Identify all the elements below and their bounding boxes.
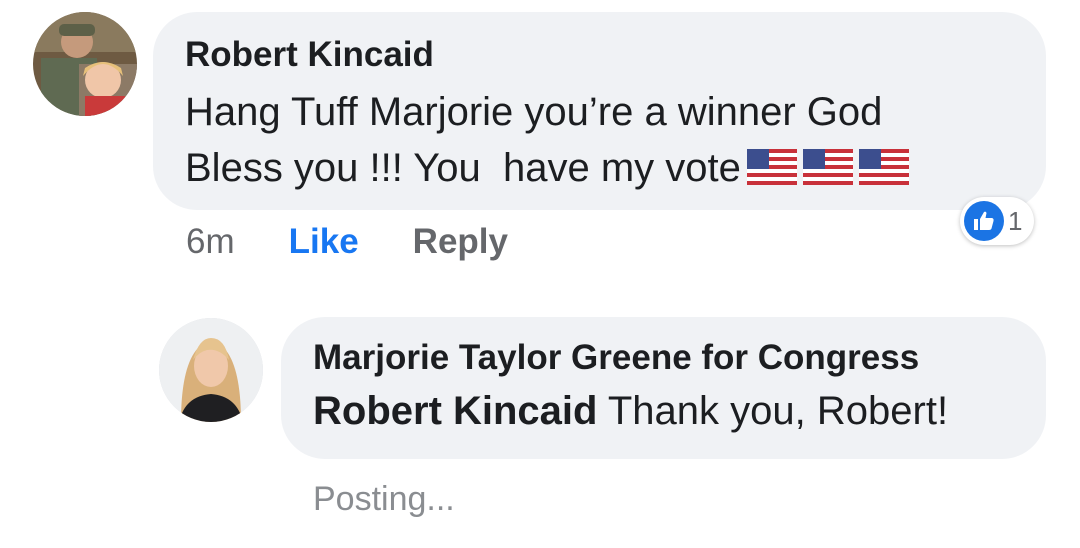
comment-text-line-2: Bless you !!! You have my vote [185, 140, 1014, 196]
reply-author-name[interactable]: Marjorie Taylor Greene for Congress [313, 337, 1014, 379]
comment-actions: 6m Like Reply [186, 222, 508, 262]
reaction-count: 1 [1008, 205, 1023, 236]
reply-bubble: Marjorie Taylor Greene for Congress Robe… [281, 317, 1046, 459]
thumbs-up-icon [964, 201, 1004, 241]
comment-author-name[interactable]: Robert Kincaid [185, 34, 1014, 76]
reply-author-avatar[interactable] [159, 318, 263, 422]
us-flag-emoji-3 [858, 149, 909, 185]
comment-thread: Robert Kincaid Hang Tuff Marjorie you’re… [0, 0, 1080, 548]
comment-text: Hang Tuff Marjorie you’re a winner God B… [185, 84, 1014, 196]
comment-text-line-2-text: Bless you !!! You have my vote [185, 146, 741, 190]
like-button[interactable]: Like [289, 222, 359, 262]
mention-link[interactable]: Robert Kincaid [313, 389, 597, 433]
reply-text: Robert Kincaid Thank you, Robert! [313, 385, 1014, 437]
comment-timestamp[interactable]: 6m [186, 222, 235, 262]
commenter-avatar[interactable] [33, 12, 137, 116]
reply-button[interactable]: Reply [413, 222, 508, 262]
comment-text-line-1: Hang Tuff Marjorie you’re a winner God [185, 90, 883, 134]
us-flag-emoji-1 [746, 149, 797, 185]
us-flag-emoji-2 [802, 149, 853, 185]
reply-message: Thank you, Robert! [597, 389, 949, 433]
comment-bubble: Robert Kincaid Hang Tuff Marjorie you’re… [153, 12, 1046, 210]
reaction-badge[interactable]: 1 [960, 197, 1035, 245]
posting-status: Posting... [313, 480, 455, 518]
